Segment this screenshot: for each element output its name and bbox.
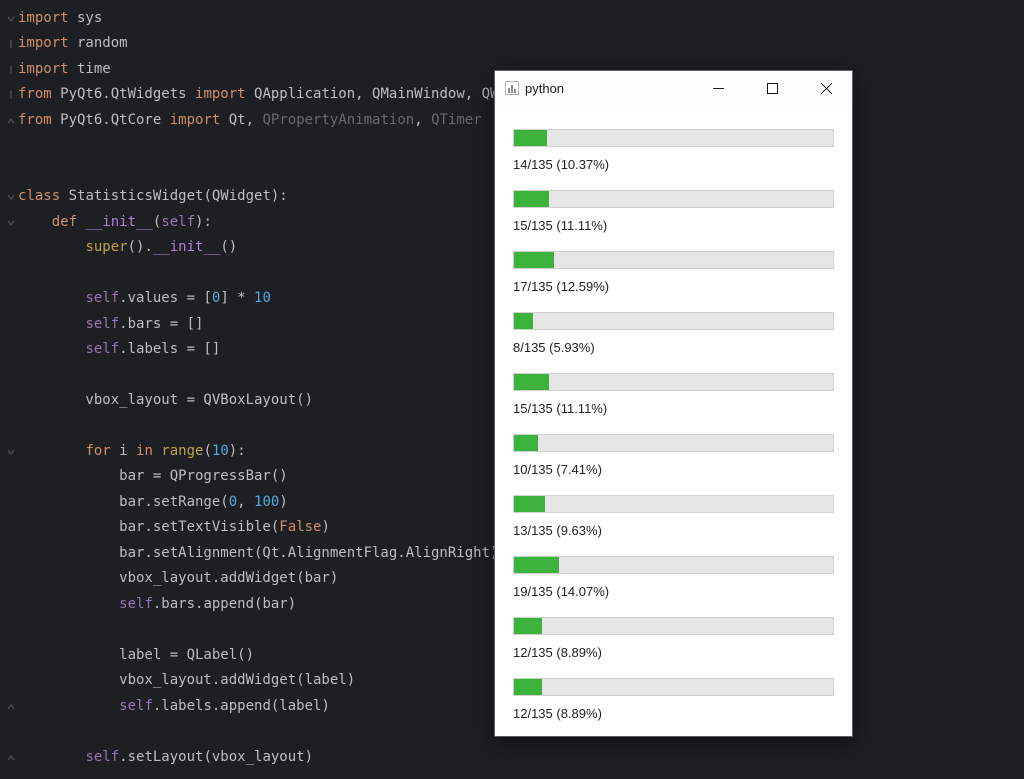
fold-gutter-icon[interactable] (4, 82, 18, 107)
code-text (18, 723, 85, 739)
code-line[interactable]: import random (0, 31, 1024, 56)
progress-fill (514, 618, 542, 634)
progress-bar (513, 373, 834, 391)
progress-label: 13/135 (9.63%) (513, 523, 834, 538)
code-text: self.setLayout(vbox_layout) (18, 749, 313, 765)
progress-row: 8/135 (5.93%) (513, 312, 834, 365)
progress-row: 13/135 (9.63%) (513, 495, 834, 548)
fold-gutter-icon[interactable] (4, 745, 18, 770)
progress-bar (513, 434, 834, 452)
code-text: vbox_layout.addWidget(label) (18, 672, 355, 688)
window-title: python (525, 81, 698, 96)
code-text: self.labels = [] (18, 341, 220, 357)
progress-row: 17/135 (12.59%) (513, 251, 834, 304)
fold-gutter-icon[interactable] (4, 439, 18, 464)
progress-bar (513, 678, 834, 696)
python-app-window: python 14/135 (10.37%) 15/135 (11.11%) 17/… (494, 70, 853, 737)
maximize-button[interactable] (752, 74, 792, 102)
fold-gutter-icon[interactable] (4, 57, 18, 82)
progress-row: 12/135 (8.89%) (513, 617, 834, 670)
code-text (18, 418, 85, 434)
minimize-button[interactable] (698, 74, 738, 102)
code-text: from PyQt6.QtCore import Qt, QPropertyAn… (18, 112, 482, 128)
progress-fill (514, 374, 549, 390)
window-titlebar[interactable]: python (495, 71, 852, 105)
code-line[interactable]: import sys (0, 6, 1024, 31)
progress-fill (514, 435, 538, 451)
fold-gutter-icon[interactable] (4, 210, 18, 235)
fold-gutter-icon[interactable] (4, 108, 18, 133)
progress-fill (514, 557, 559, 573)
progress-label: 19/135 (14.07%) (513, 584, 834, 599)
fold-gutter-icon[interactable] (4, 694, 18, 719)
fold-gutter-icon[interactable] (4, 31, 18, 56)
progress-label: 10/135 (7.41%) (513, 462, 834, 477)
code-text: class StatisticsWidget(QWidget): (18, 188, 288, 204)
progress-fill (514, 191, 549, 207)
progress-fill (514, 130, 547, 146)
progress-fill (514, 313, 533, 329)
progress-bar (513, 129, 834, 147)
code-text: super().__init__() (18, 239, 237, 255)
code-text: def __init__(self): (18, 214, 212, 230)
code-text: label = QLabel() (18, 647, 254, 663)
code-text (18, 367, 85, 383)
close-button[interactable] (806, 74, 846, 102)
code-text: import time (18, 61, 111, 77)
code-text: self.values = [0] * 10 (18, 290, 271, 306)
code-text: import sys (18, 10, 102, 26)
progress-label: 15/135 (11.11%) (513, 401, 834, 416)
code-text (18, 265, 85, 281)
progress-label: 8/135 (5.93%) (513, 340, 834, 355)
progress-row: 15/135 (11.11%) (513, 190, 834, 243)
progress-label: 12/135 (8.89%) (513, 706, 834, 721)
progress-bar (513, 190, 834, 208)
code-text: vbox_layout.addWidget(bar) (18, 570, 338, 586)
progress-fill (514, 679, 542, 695)
progress-bar (513, 556, 834, 574)
fold-gutter-icon[interactable] (4, 184, 18, 209)
code-text: bar = QProgressBar() (18, 468, 288, 484)
progress-row: 19/135 (14.07%) (513, 556, 834, 609)
progress-label: 17/135 (12.59%) (513, 279, 834, 294)
progress-label: 15/135 (11.11%) (513, 218, 834, 233)
code-text: self.labels.append(label) (18, 698, 330, 714)
progress-row: 14/135 (10.37%) (513, 129, 834, 182)
code-text: for i in range(10): (18, 443, 246, 459)
progress-row: 15/135 (11.11%) (513, 373, 834, 426)
code-text: bar.setAlignment(Qt.AlignmentFlag.AlignR… (18, 545, 498, 561)
progress-row: 12/135 (8.89%) (513, 678, 834, 731)
code-text: vbox_layout = QVBoxLayout() (18, 392, 313, 408)
fold-gutter-icon[interactable] (4, 6, 18, 31)
progress-fill (514, 496, 545, 512)
code-text: self.bars = [] (18, 316, 203, 332)
code-text (18, 621, 119, 637)
code-line[interactable]: self.setLayout(vbox_layout) (0, 745, 1024, 770)
progress-label: 12/135 (8.89%) (513, 645, 834, 660)
progress-bar (513, 495, 834, 513)
progress-bar (513, 617, 834, 635)
progress-bar (513, 312, 834, 330)
app-icon (505, 81, 519, 95)
code-text: bar.setTextVisible(False) (18, 519, 330, 535)
progress-label: 14/135 (10.37%) (513, 157, 834, 172)
progress-row: 10/135 (7.41%) (513, 434, 834, 487)
progress-bar (513, 251, 834, 269)
code-text: import random (18, 35, 128, 51)
code-text: bar.setRange(0, 100) (18, 494, 288, 510)
code-text: self.bars.append(bar) (18, 596, 296, 612)
progress-fill (514, 252, 554, 268)
window-body: 14/135 (10.37%) 15/135 (11.11%) 17/135 (12… (495, 105, 852, 741)
